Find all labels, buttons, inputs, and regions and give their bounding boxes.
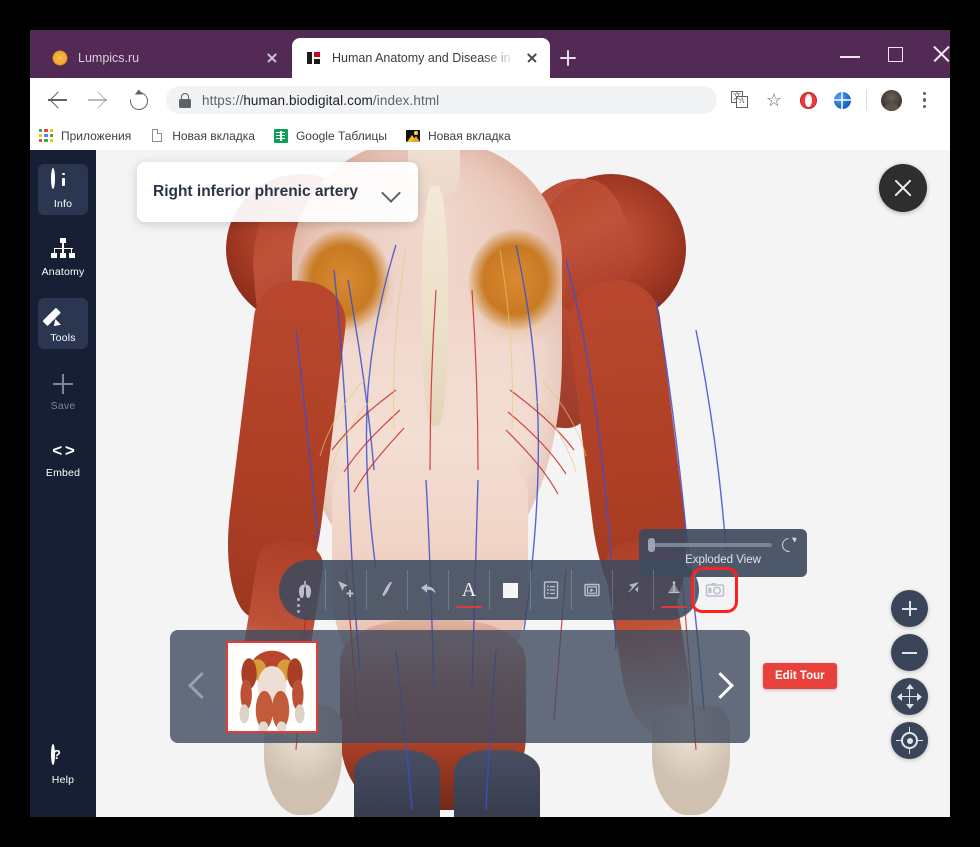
bookmarks-bar: Приложения Новая вкладка Google Таблицы … (30, 122, 950, 150)
camera-screenshot-icon[interactable] (694, 570, 735, 610)
viewport-controls (891, 590, 928, 766)
tab-title: Lumpics.ru (78, 51, 256, 65)
undo-icon[interactable] (407, 570, 448, 610)
bookmark-label: Приложения (61, 129, 131, 143)
tab-strip: Lumpics.ru Human Anatomy and Disease in (30, 30, 950, 78)
sidebar-item-label: Tools (50, 332, 76, 344)
sidebar-item-label: Embed (46, 467, 80, 479)
kebab-menu-icon[interactable] (911, 86, 939, 114)
apps-grid-icon (38, 128, 54, 144)
chevron-right-icon[interactable] (694, 630, 750, 743)
reload-button[interactable] (123, 85, 153, 115)
code-brackets-icon: < > (51, 439, 75, 463)
slider-handle[interactable] (648, 538, 655, 552)
sidebar-item-label: Help (52, 774, 74, 786)
isolate-cursor-add-icon[interactable] (325, 570, 366, 610)
plus-icon (51, 372, 75, 396)
globe-extension-icon[interactable] (828, 86, 856, 114)
close-button[interactable] (879, 164, 927, 212)
biodigital-icon (306, 50, 322, 66)
media-video-icon[interactable] (571, 570, 612, 610)
window-close-button[interactable] (919, 30, 950, 78)
more-options-icon[interactable] (297, 598, 301, 614)
browser-window: Lumpics.ru Human Anatomy and Disease in (30, 30, 950, 817)
tab-title: Human Anatomy and Disease in (332, 51, 516, 65)
bookmark-label: Новая вкладка (428, 129, 511, 143)
exploded-view-slider-row (649, 538, 797, 552)
google-sheets-icon (273, 128, 289, 144)
opera-extension-icon[interactable] (794, 86, 822, 114)
selection-info-card[interactable]: Right inferior phrenic artery (137, 162, 418, 222)
sidebar-item-label: Info (54, 198, 72, 210)
sidebar-item-info[interactable]: Info (38, 164, 88, 215)
bookmark-star-icon[interactable]: ☆ (760, 86, 788, 114)
toolbar-divider (866, 90, 867, 110)
exploded-view-slider[interactable] (649, 543, 772, 547)
color-swatch-icon[interactable] (489, 570, 530, 610)
sidebar-item-label: Anatomy (42, 266, 85, 278)
bookmark-new-tab-2[interactable]: Новая вкладка (405, 128, 511, 144)
url-host: human.biodigital.com (243, 93, 373, 108)
sidebar-item-tools[interactable]: Tools (38, 298, 88, 349)
recenter-button[interactable] (891, 722, 928, 759)
lock-icon (178, 93, 192, 108)
sidebar-item-label: Save (51, 400, 76, 412)
document-icon (149, 128, 165, 144)
browser-toolbar: https://human.biodigital.com/index.html … (30, 78, 950, 122)
chevron-down-icon[interactable] (378, 179, 404, 205)
dissect-lungs-icon[interactable] (285, 570, 325, 610)
forward-button[interactable] (83, 85, 113, 115)
picture-icon (405, 128, 421, 144)
avatar[interactable] (877, 86, 905, 114)
new-tab-button[interactable] (554, 44, 582, 72)
app-sidebar: Info Anatomy Tools (30, 150, 96, 817)
pencil-icon (51, 304, 75, 328)
tools-dock: A (279, 560, 699, 620)
orange-circle-icon (52, 50, 68, 66)
address-bar[interactable]: https://human.biodigital.com/index.html (166, 86, 717, 114)
tour-thumbnail[interactable] (226, 641, 318, 733)
tour-slide-list (226, 630, 694, 743)
sidebar-item-save[interactable]: Save (38, 366, 88, 417)
window-maximize-button[interactable] (873, 30, 919, 78)
tab-close-icon[interactable] (262, 48, 282, 68)
bookmark-apps[interactable]: Приложения (38, 128, 131, 144)
zoom-in-button[interactable] (891, 590, 928, 627)
url-path: /index.html (373, 93, 439, 108)
info-icon (51, 170, 75, 194)
translate-icon[interactable]: 文A (726, 86, 754, 114)
back-button[interactable] (43, 85, 73, 115)
url-text: https://human.biodigital.com/index.html (202, 93, 439, 108)
browser-tab-lumpics[interactable]: Lumpics.ru (38, 38, 290, 78)
bookmark-label: Новая вкладка (172, 129, 255, 143)
anatomy-viewport[interactable]: Right inferior phrenic artery (96, 150, 950, 817)
browser-tab-biodigital[interactable]: Human Anatomy and Disease in (292, 38, 550, 78)
cut-arrow-icon[interactable] (612, 570, 653, 610)
sidebar-item-help[interactable]: Help (38, 740, 88, 791)
bookmark-new-tab-1[interactable]: Новая вкладка (149, 128, 255, 144)
tab-close-icon[interactable] (522, 48, 542, 68)
screenshot-root: Lumpics.ru Human Anatomy and Disease in (0, 0, 980, 847)
bookmark-google-sheets[interactable]: Google Таблицы (273, 128, 387, 144)
question-mark-icon (51, 746, 75, 770)
url-scheme: https:// (202, 93, 243, 108)
tour-path-icon[interactable] (653, 570, 694, 610)
zoom-out-button[interactable] (891, 634, 928, 671)
sidebar-item-anatomy[interactable]: Anatomy (38, 232, 88, 283)
page-content: Info Anatomy Tools (30, 150, 950, 817)
text-annotation-icon[interactable]: A (448, 570, 489, 610)
refresh-icon[interactable] (782, 538, 797, 553)
window-minimize-button[interactable] (827, 30, 873, 78)
pan-button[interactable] (891, 678, 928, 715)
bookmark-label: Google Таблицы (296, 129, 387, 143)
chevron-left-icon[interactable] (170, 630, 226, 743)
sidebar-item-embed[interactable]: < > Embed (38, 433, 88, 484)
anatomy-tree-icon (51, 238, 75, 262)
edit-tour-button[interactable]: Edit Tour (763, 663, 837, 689)
page-title: Right inferior phrenic artery (153, 182, 378, 202)
draw-pen-icon[interactable] (366, 570, 407, 610)
tour-strip (170, 630, 750, 743)
note-document-icon[interactable] (530, 570, 571, 610)
